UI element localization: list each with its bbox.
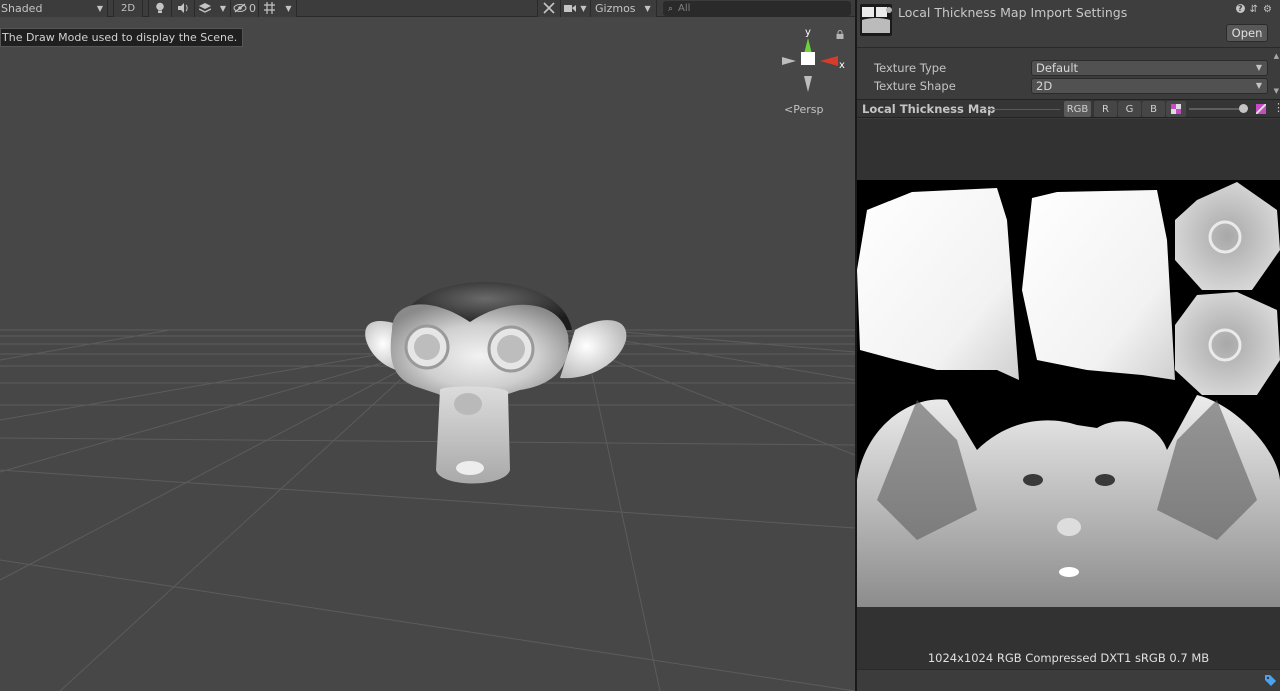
inspector-panel: Local Thickness Map Import Settings ? ⇵ … bbox=[857, 0, 1280, 691]
orientation-gizmo[interactable]: y x bbox=[778, 26, 848, 96]
scene-viewport[interactable] bbox=[0, 0, 855, 691]
preset-icon[interactable]: ⇵ bbox=[1250, 4, 1258, 15]
preview-title: Local Thickness Map bbox=[862, 102, 996, 116]
search-icon: ⌕ bbox=[668, 3, 674, 14]
mip-slider-handle[interactable] bbox=[1239, 104, 1248, 113]
scene-toolbar: Shaded ▼ 2D ▼ 0 ▼ ▼ Gizmos ▼ ⌕ All bbox=[0, 0, 855, 17]
effects-dropdown[interactable]: ▼ bbox=[195, 0, 231, 17]
channel-g-button[interactable]: G bbox=[1118, 101, 1141, 117]
scroll-up-arrow[interactable]: ▲ bbox=[1274, 52, 1279, 60]
draw-mode-tooltip: The Draw Mode used to display the Scene. bbox=[0, 28, 244, 47]
texture-shape-row: Texture Shape 2D ▼ bbox=[857, 77, 1280, 95]
chevron-down-icon: ▼ bbox=[96, 3, 103, 13]
chevron-down-icon: ▼ bbox=[1255, 81, 1262, 90]
gizmos-label: Gizmos bbox=[595, 1, 636, 15]
eye-hidden-icon bbox=[233, 3, 247, 13]
lightbulb-icon bbox=[156, 2, 164, 13]
texture-preview-area: 1024x1024 RGB Compressed DXT1 sRGB 0.7 M… bbox=[857, 119, 1280, 669]
scroll-down-arrow[interactable]: ▼ bbox=[1274, 87, 1279, 95]
mip-slider-track[interactable] bbox=[1189, 108, 1242, 110]
tools-toggle-button[interactable] bbox=[537, 0, 561, 17]
scene-view[interactable]: Shaded ▼ 2D ▼ 0 ▼ ▼ Gizmos ▼ ⌕ All The D… bbox=[0, 0, 855, 691]
inspector-title: Local Thickness Map Import Settings bbox=[898, 5, 1128, 20]
chevron-left-icon: < bbox=[784, 103, 794, 116]
texture-info-label: 1024x1024 RGB Compressed DXT1 sRGB 0.7 M… bbox=[927, 651, 1210, 665]
chevron-down-icon: ▼ bbox=[285, 3, 292, 13]
preview-toolbar: Local Thickness Map RGB R G B ⋮ bbox=[857, 99, 1280, 118]
texture-type-label: Texture Type bbox=[874, 61, 947, 75]
camera-icon bbox=[564, 4, 577, 12]
speaker-icon bbox=[178, 3, 188, 13]
inspector-header: Local Thickness Map Import Settings ? ⇵ … bbox=[857, 0, 1280, 48]
projection-label: Persp bbox=[793, 103, 824, 116]
grid-snapping-dropdown[interactable]: ▼ bbox=[259, 0, 297, 17]
texture-thumbnail bbox=[860, 4, 892, 36]
texture-shape-dropdown[interactable]: 2D ▼ bbox=[1031, 78, 1268, 94]
mip-icon bbox=[1255, 103, 1267, 115]
audio-toggle-button[interactable] bbox=[172, 0, 195, 17]
projection-toggle[interactable]: <Persp bbox=[784, 103, 823, 116]
inspector-header-icons: ? ⇵ ⚙ bbox=[1235, 4, 1272, 15]
gizmos-dropdown[interactable]: Gizmos ▼ bbox=[591, 0, 657, 17]
gizmo-y-label: y bbox=[805, 27, 811, 38]
editor-window: Shaded ▼ 2D ▼ 0 ▼ ▼ Gizmos ▼ ⌕ All The D… bbox=[0, 0, 1280, 691]
channel-r-button[interactable]: R bbox=[1094, 101, 1117, 117]
toggle-2d-label: 2D bbox=[120, 2, 136, 14]
lighting-toggle-button[interactable] bbox=[148, 0, 172, 17]
alpha-checker-button[interactable] bbox=[1166, 101, 1186, 117]
hidden-count: 0 bbox=[249, 1, 256, 15]
texture-type-dropdown[interactable]: Default ▼ bbox=[1031, 60, 1268, 76]
tools-icon bbox=[543, 2, 555, 14]
more-options-icon[interactable]: ⋮ bbox=[1273, 101, 1280, 114]
inspector-footer bbox=[857, 669, 1280, 691]
search-placeholder: All bbox=[678, 3, 691, 14]
texture-shape-label: Texture Shape bbox=[874, 79, 956, 93]
checker-icon bbox=[1171, 104, 1181, 114]
scene-search-input[interactable]: ⌕ All bbox=[663, 1, 851, 16]
texture-shape-value: 2D bbox=[1036, 79, 1053, 93]
open-button[interactable]: Open bbox=[1226, 24, 1268, 42]
chevron-down-icon: ▼ bbox=[644, 3, 651, 13]
chevron-down-icon: ▼ bbox=[219, 3, 227, 13]
chevron-down-icon: ▼ bbox=[1255, 63, 1262, 72]
asset-label-icon[interactable] bbox=[1265, 675, 1276, 686]
draw-mode-dropdown[interactable]: Shaded ▼ bbox=[0, 0, 108, 17]
toggle-2d-button[interactable]: 2D bbox=[113, 0, 143, 17]
preview-drag-handle[interactable] bbox=[985, 109, 1060, 110]
grid-icon bbox=[264, 2, 276, 14]
scene-visibility-toggle[interactable]: 0 bbox=[231, 0, 259, 17]
texture-type-row: Texture Type Default ▼ bbox=[857, 59, 1280, 77]
channel-b-button[interactable]: B bbox=[1142, 101, 1165, 117]
settings-icon[interactable]: ⚙ bbox=[1263, 4, 1272, 15]
camera-dropdown[interactable]: ▼ bbox=[561, 0, 591, 17]
gizmo-x-label: x bbox=[839, 60, 845, 71]
help-icon[interactable]: ? bbox=[1235, 4, 1245, 13]
draw-mode-label: Shaded bbox=[1, 1, 43, 15]
texture-preview-image bbox=[857, 180, 1280, 607]
chevron-down-icon: ▼ bbox=[580, 3, 587, 13]
texture-type-value: Default bbox=[1036, 61, 1079, 75]
channel-rgb-button[interactable]: RGB bbox=[1064, 101, 1091, 117]
layers-icon bbox=[198, 2, 211, 13]
